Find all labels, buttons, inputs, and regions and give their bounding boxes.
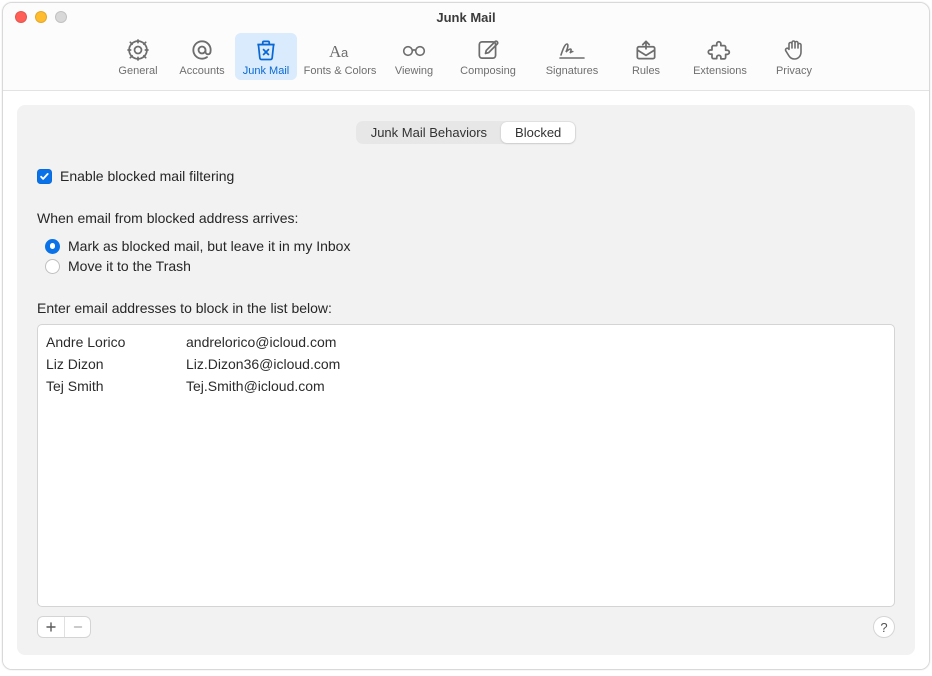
radio-trash[interactable] [45, 259, 60, 274]
minimize-button[interactable] [35, 11, 47, 23]
close-button[interactable] [15, 11, 27, 23]
tab-label: Composing [460, 65, 516, 77]
blocked-name: Andre Lorico [46, 334, 186, 350]
gear-icon [125, 36, 151, 64]
list-item[interactable]: Andre Lorico andrelorico@icloud.com [46, 331, 886, 353]
tab-rules[interactable]: Rules [615, 33, 677, 80]
plus-icon [45, 621, 57, 633]
list-item[interactable]: Tej Smith Tej.Smith@icloud.com [46, 375, 886, 397]
tab-viewing[interactable]: Viewing [383, 33, 445, 80]
add-remove-control [37, 616, 91, 638]
toolbar: General Accounts Junk Mail [3, 31, 929, 91]
blocked-email: Tej.Smith@icloud.com [186, 378, 886, 394]
content-wrap: Junk Mail Behaviors Blocked Enable block… [3, 91, 929, 669]
list-item[interactable]: Liz Dizon Liz.Dizon36@icloud.com [46, 353, 886, 375]
arrives-radio-group: Mark as blocked mail, but leave it in my… [37, 234, 895, 278]
tab-composing[interactable]: Composing [447, 33, 529, 80]
tab-accounts[interactable]: Accounts [171, 33, 233, 80]
add-button[interactable] [38, 617, 64, 637]
tab-label: Accounts [179, 65, 224, 77]
junk-mail-icon [253, 36, 279, 64]
titlebar: Junk Mail [3, 3, 929, 31]
tab-privacy[interactable]: Privacy [763, 33, 825, 80]
tab-general[interactable]: General [107, 33, 169, 80]
radio-mark-row[interactable]: Mark as blocked mail, but leave it in my… [45, 238, 895, 254]
tab-label: General [118, 65, 157, 77]
enable-blocked-row[interactable]: Enable blocked mail filtering [37, 168, 895, 184]
footer: ? [37, 613, 895, 641]
blocked-name: Liz Dizon [46, 356, 186, 372]
zoom-button[interactable] [55, 11, 67, 23]
blocked-email: Liz.Dizon36@icloud.com [186, 356, 886, 372]
tab-label: Viewing [395, 65, 433, 77]
minus-icon [72, 621, 84, 633]
rules-icon [633, 36, 659, 64]
compose-icon [475, 36, 501, 64]
list-label: Enter email addresses to block in the li… [37, 300, 895, 316]
tab-extensions[interactable]: Extensions [679, 33, 761, 80]
radio-trash-label: Move it to the Trash [68, 258, 191, 274]
radio-mark-label: Mark as blocked mail, but leave it in my… [68, 238, 350, 254]
blocked-email: andrelorico@icloud.com [186, 334, 886, 350]
tab-label: Rules [632, 65, 660, 77]
tab-label: Privacy [776, 65, 812, 77]
tab-label: Signatures [546, 65, 599, 77]
seg-behaviors[interactable]: Junk Mail Behaviors [357, 122, 501, 143]
tab-label: Junk Mail [243, 65, 289, 77]
segmented-control: Junk Mail Behaviors Blocked [356, 121, 577, 144]
svg-text:a: a [341, 45, 349, 60]
glasses-icon [399, 36, 429, 64]
blocked-list[interactable]: Andre Lorico andrelorico@icloud.com Liz … [37, 324, 895, 607]
fonts-icon: A a [325, 36, 355, 64]
puzzle-icon [707, 36, 733, 64]
tab-label: Extensions [693, 65, 747, 77]
enable-blocked-label: Enable blocked mail filtering [60, 168, 234, 184]
radio-mark[interactable] [45, 239, 60, 254]
tab-fonts-colors[interactable]: A a Fonts & Colors [299, 33, 381, 80]
traffic-lights [3, 11, 67, 23]
content-pane: Junk Mail Behaviors Blocked Enable block… [17, 105, 915, 655]
seg-blocked[interactable]: Blocked [501, 122, 575, 143]
help-button[interactable]: ? [873, 616, 895, 638]
signature-icon [557, 36, 587, 64]
remove-button[interactable] [64, 617, 90, 637]
window-title: Junk Mail [3, 10, 929, 25]
at-sign-icon [189, 36, 215, 64]
arrives-label: When email from blocked address arrives: [37, 210, 895, 226]
tab-signatures[interactable]: Signatures [531, 33, 613, 80]
tab-label: Fonts & Colors [304, 65, 377, 77]
preferences-window: Junk Mail General Accounts [2, 2, 930, 670]
blocked-name: Tej Smith [46, 378, 186, 394]
enable-blocked-checkbox[interactable] [37, 169, 52, 184]
radio-trash-row[interactable]: Move it to the Trash [45, 258, 895, 274]
hand-icon [782, 36, 806, 64]
tab-junk-mail[interactable]: Junk Mail [235, 33, 297, 80]
